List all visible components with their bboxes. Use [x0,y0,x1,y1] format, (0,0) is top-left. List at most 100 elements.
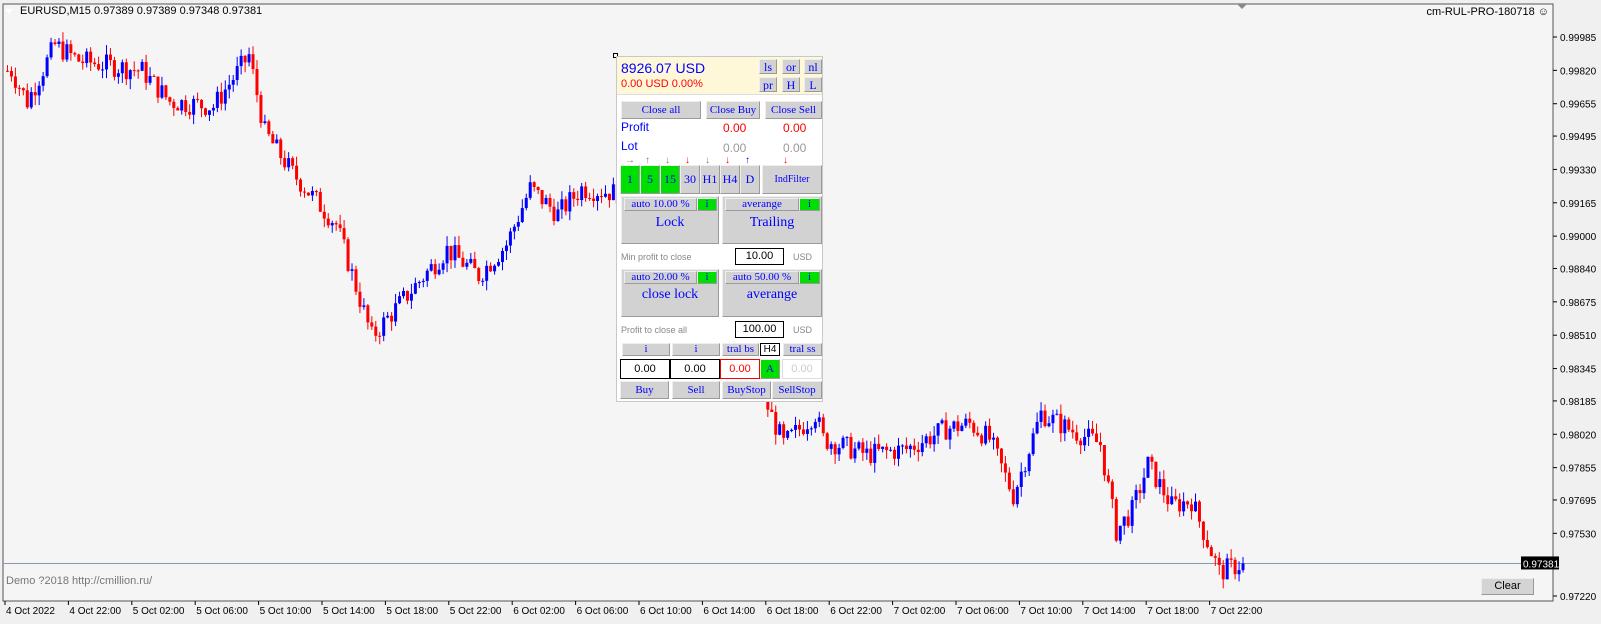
close-lock-auto-button[interactable]: auto 20.00 % [624,271,697,284]
timeframe-button-H1[interactable]: H1 [700,165,720,194]
sellstop-input[interactable]: 0.00 [782,359,822,379]
buy-button[interactable]: Buy [620,381,669,399]
candle-body [1142,477,1146,494]
candle-body [817,417,821,422]
close-buy-button[interactable]: Close Buy [706,101,760,119]
candle-body [370,322,374,327]
candle-body [489,265,493,272]
candle-body [223,89,227,104]
candle-body [596,196,600,201]
candle-body [112,60,116,77]
time-axis: 4 Oct 2022 4 Oct 22:00 5 Oct 02:00 5 Oct 06… [4,601,1263,617]
candle-body [825,433,829,449]
lot-sell: 0.00 [783,141,807,155]
close-all-button[interactable]: Close all [621,101,701,119]
timeframe-button-5[interactable]: 5 [640,165,660,194]
buy-lot-input[interactable]: 0.00 [620,359,670,379]
candle-body [473,258,477,269]
lock-info-button[interactable]: i [697,198,717,211]
trailing-info-button[interactable]: i [799,198,820,211]
timeframe-button-1[interactable]: 1 [620,165,640,194]
candle-body [1221,565,1225,580]
candle-body [1237,570,1241,575]
sell-button[interactable]: Sell [672,381,720,399]
candle-body [124,62,128,80]
timeframe-button-H4[interactable]: H4 [720,165,740,194]
candle-body [798,424,801,430]
pr-button[interactable]: pr [759,77,777,92]
lock-auto-button[interactable]: auto 10.00 % [624,198,697,211]
candle-body [1134,490,1138,501]
candle-body [449,245,453,261]
y-tick-label: 0.98185 [1560,397,1597,408]
close-sell-button[interactable]: Close Sell [765,101,822,119]
candle-body [924,436,928,444]
candle-body [243,55,247,63]
close-lock-info-button[interactable]: i [697,271,717,284]
timeframe-button-15[interactable]: 15 [660,165,680,194]
timeframe-button-30[interactable]: 30 [680,165,700,194]
tf-select[interactable]: H4 [760,343,780,356]
candle-body [1122,516,1126,526]
average-auto-button[interactable]: auto 50.00 % [725,271,799,284]
candle-body [227,84,231,90]
sell-info-button[interactable]: i [672,343,720,356]
indfilter-button[interactable]: IndFilter [762,165,822,194]
candle-body [453,245,457,261]
candle-body [358,291,362,307]
sellstop-button[interactable]: SellStop [772,381,822,399]
candle-body [1110,481,1114,500]
candle-body [160,85,164,98]
x-tick-label: 7 Oct 06:00 [957,606,1009,617]
candle-body [235,66,239,81]
tral-ss-button[interactable]: tral ss [783,343,822,356]
candle-body [556,209,560,222]
shift-marker-icon[interactable] [1237,4,1247,9]
candle-body [89,51,93,63]
menu-triangle-icon[interactable] [5,9,13,14]
clear-button[interactable]: Clear [1481,578,1534,595]
candle-body [469,258,473,263]
buystop-input[interactable]: 0.00 [720,359,760,379]
candle-body [13,76,17,88]
candle-body [770,409,774,412]
candle-body [6,70,9,72]
x-tick-label: 7 Oct 10:00 [1020,606,1072,617]
y-tick-label: 0.99330 [1560,165,1597,176]
ls-button[interactable]: ls [759,59,777,74]
candle-body [231,80,235,85]
l-button[interactable]: L [804,77,822,92]
candle-body [425,270,429,281]
candle-body [33,92,37,96]
candle-body [57,41,61,45]
candle-body [889,449,893,451]
candle-body [303,191,306,193]
profit-all-input[interactable]: 100.00 [735,321,784,338]
candle [45,54,49,78]
timeframe-button-D[interactable]: D [740,165,760,194]
h-button[interactable]: H [782,77,800,92]
nl-button[interactable]: nl [804,59,822,74]
sell-lot-input[interactable]: 0.00 [670,359,720,379]
or-button[interactable]: or [782,59,800,74]
min-profit-input[interactable]: 10.00 [735,248,784,265]
lot-label: Lot [621,139,638,153]
candle-body [116,73,120,77]
auto-a-button[interactable]: A [760,359,780,379]
tral-bs-button[interactable]: tral bs [722,343,759,356]
buystop-button[interactable]: BuyStop [722,381,771,399]
trailing-mode-button[interactable]: averange [725,198,799,211]
candle-body [81,61,85,64]
x-tick-label: 6 Oct 18:00 [767,606,819,617]
candle-body [21,88,25,91]
candle-body [1213,556,1217,558]
candle-body [805,429,809,434]
candle-body [1174,496,1178,500]
buy-info-button[interactable]: i [622,343,670,356]
candle-body [576,198,580,201]
candle [825,432,829,451]
candle-body [1114,499,1118,541]
candle-body [524,197,528,209]
average-info-button[interactable]: i [799,271,820,284]
candle-body [485,265,489,281]
